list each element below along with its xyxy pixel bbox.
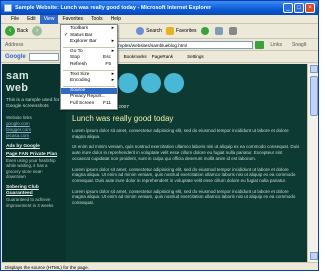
address-label: Address bbox=[5, 41, 24, 48]
submenu-arrow-icon: ▸ bbox=[111, 39, 114, 45]
minimize-button[interactable]: _ bbox=[283, 3, 293, 13]
menu-tools[interactable]: Tools bbox=[87, 15, 107, 24]
scroll-up-arrow-icon[interactable] bbox=[310, 65, 318, 73]
menu-item-privacy-report[interactable]: Privacy Report... bbox=[61, 94, 117, 101]
menu-help[interactable]: Help bbox=[107, 15, 125, 24]
header-dot bbox=[141, 73, 161, 93]
menu-file[interactable]: File bbox=[7, 15, 23, 24]
google-logo: Google bbox=[5, 53, 26, 60]
post-paragraph: Ut enim ad minim veniam, quis nostrud ex… bbox=[72, 144, 300, 161]
menu-separator bbox=[63, 46, 115, 48]
close-button[interactable]: × bbox=[305, 3, 315, 13]
menu-item-label: Encoding bbox=[70, 78, 91, 84]
scroll-thumb[interactable] bbox=[310, 76, 318, 116]
standard-toolbar: ‹ Back › Search Favorites bbox=[1, 24, 318, 39]
print-button[interactable] bbox=[228, 27, 239, 35]
ad2-text: Guaranteed to achieve improvement in 3 w… bbox=[6, 196, 54, 208]
menu-shortcut: Esc bbox=[103, 55, 111, 61]
menu-item-label: Go To bbox=[70, 48, 83, 54]
menu-item-toolbars[interactable]: Toolbars ▸ bbox=[61, 26, 117, 33]
ad2-heading[interactable]: Sobering Club Guaranteed bbox=[6, 185, 62, 197]
settings-button[interactable]: Settings bbox=[187, 54, 204, 59]
back-button-label[interactable]: Back bbox=[17, 28, 28, 34]
post-paragraph: Lorem ipsum dolor sit amet, consectetur … bbox=[72, 128, 289, 139]
pagerank-label: PageRank bbox=[151, 54, 174, 59]
google-toolbar: Google Bookmarks PageRank Settings bbox=[1, 51, 318, 63]
menu-item-label: Privacy Report... bbox=[70, 94, 106, 100]
menu-item-label: Full Screen bbox=[70, 100, 95, 106]
browser-window: Sample Website: Lunch was really good to… bbox=[0, 0, 319, 271]
menu-item-explorer-bar[interactable]: Explorer Bar ▸ bbox=[61, 39, 117, 46]
window-title: Sample Website: Lunch was really good to… bbox=[15, 5, 212, 11]
menu-item-label: Status Bar bbox=[70, 32, 93, 38]
menu-bar: File Edit View Favorites Tools Help bbox=[1, 14, 318, 24]
submenu-arrow-icon: ▸ bbox=[111, 48, 114, 54]
menu-item-full-screen[interactable]: Full Screen F11 bbox=[61, 101, 117, 108]
go-button[interactable] bbox=[255, 40, 265, 49]
title-bar: Sample Website: Lunch was really good to… bbox=[1, 1, 318, 15]
submenu-arrow-icon: ▸ bbox=[111, 26, 114, 31]
menu-item-stop[interactable]: Stop Esc bbox=[61, 55, 117, 62]
site-title-line1: sam bbox=[6, 70, 29, 82]
menu-shortcut: F11 bbox=[103, 100, 111, 106]
search-button[interactable]: Search bbox=[136, 27, 162, 35]
menu-item-encoding[interactable]: Encoding ▸ bbox=[61, 78, 117, 85]
history-icon bbox=[200, 27, 209, 35]
favorites-button-label: Favorites bbox=[175, 28, 197, 34]
status-bar: Displays the source (HTML) for the page. bbox=[1, 262, 318, 270]
ads-heading[interactable]: Ads by Google bbox=[6, 144, 62, 150]
snagit-label[interactable]: SnagIt bbox=[292, 42, 306, 48]
menu-item-refresh[interactable]: Refresh F5 bbox=[61, 62, 117, 69]
ad-text: Even using your hardship while waiting, … bbox=[6, 157, 56, 180]
menu-favorites[interactable]: Favorites bbox=[58, 15, 87, 24]
mail-button[interactable] bbox=[214, 27, 225, 35]
links-label[interactable]: Links bbox=[270, 42, 282, 48]
forward-arrow-icon[interactable]: › bbox=[32, 26, 43, 36]
menu-item-label: Source bbox=[70, 87, 86, 93]
check-icon: ✓ bbox=[64, 32, 69, 38]
menu-shortcut: F5 bbox=[105, 61, 111, 67]
address-bar: Address ocs/graphics/samples/websites/sa… bbox=[1, 39, 318, 51]
view-menu: Toolbars ▸ ✓ Status Bar Explorer Bar ▸ Go T… bbox=[60, 24, 118, 110]
menu-item-label: Text Size bbox=[70, 71, 90, 77]
site-description: This is a sample used for Google screens… bbox=[6, 98, 60, 109]
favorites-button[interactable]: Favorites bbox=[165, 27, 197, 35]
bookmarks-button[interactable]: Bookmarks bbox=[124, 54, 147, 59]
side-link[interactable]: picasa.com bbox=[6, 133, 62, 139]
menu-item-label: Refresh bbox=[70, 61, 87, 67]
google-search-input[interactable] bbox=[28, 52, 59, 61]
header-dot bbox=[164, 73, 184, 93]
menu-separator bbox=[63, 85, 115, 87]
post-paragraph: Lorem ipsum dolor sit amet, consectetur … bbox=[72, 166, 296, 183]
submenu-arrow-icon: ▸ bbox=[111, 78, 114, 84]
scroll-down-arrow-icon[interactable] bbox=[310, 252, 318, 260]
maximize-button[interactable]: □ bbox=[294, 3, 304, 13]
search-icon bbox=[136, 27, 145, 35]
menu-separator bbox=[63, 69, 115, 71]
site-sidebar: sam web This is a sample used for Google… bbox=[2, 64, 66, 262]
menu-item-label: Explorer Bar bbox=[70, 39, 97, 45]
site-title-line2: web bbox=[6, 82, 29, 94]
star-icon bbox=[165, 27, 174, 35]
ie-icon bbox=[4, 4, 12, 12]
vertical-scrollbar[interactable] bbox=[307, 64, 318, 262]
back-arrow-icon[interactable]: ‹ bbox=[5, 26, 15, 36]
menu-item-label: Toolbars bbox=[70, 26, 89, 31]
post-title: Lunch was really good today bbox=[72, 114, 174, 123]
menu-view[interactable]: View bbox=[39, 14, 59, 24]
search-button-label: Search bbox=[146, 28, 162, 34]
print-icon bbox=[228, 27, 237, 35]
menu-edit[interactable]: Edit bbox=[23, 15, 40, 24]
ad-title[interactable]: Page FAN Private Plan bbox=[6, 152, 62, 158]
mail-icon bbox=[214, 27, 223, 35]
menu-item-label: Stop bbox=[70, 55, 80, 61]
post-paragraph: Lorem ipsum dolor sit amet, consectetur … bbox=[72, 188, 296, 206]
header-dot bbox=[118, 73, 138, 93]
web-page: sam web This is a sample used for Google… bbox=[2, 64, 307, 262]
submenu-arrow-icon: ▸ bbox=[111, 71, 114, 77]
history-button[interactable] bbox=[200, 27, 211, 35]
